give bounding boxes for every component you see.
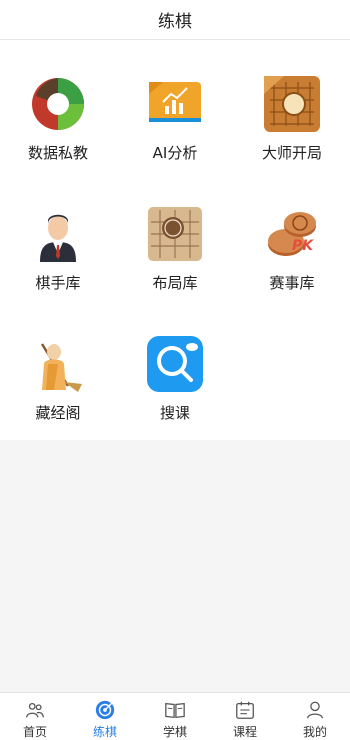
tile-master-opening[interactable]: 大师开局 (234, 40, 350, 162)
tile-label: 大师开局 (261, 144, 322, 162)
practice-grid: 数据私教 AI分析 大师开局 棋手库 布局库 PK 赛事库 藏经阁 搜课 (0, 40, 350, 440)
tile-label: 藏经阁 (35, 404, 81, 422)
library-monk-icon (28, 334, 88, 394)
data-coach-icon (28, 74, 88, 134)
tile-label: 赛事库 (269, 274, 315, 292)
tab-label: 练棋 (92, 725, 117, 739)
tab-label: 课程 (232, 725, 257, 739)
tile-label: 搜课 (159, 404, 190, 422)
tab-practice[interactable]: 练棋 (70, 693, 140, 740)
tab-home[interactable]: 首页 (0, 693, 70, 740)
tile-library-monk[interactable]: 藏经阁 (0, 300, 116, 422)
tile-ai-analysis[interactable]: AI分析 (117, 40, 233, 162)
tab-course[interactable]: 课程 (210, 693, 280, 740)
svg-text:PK: PK (292, 238, 314, 254)
opening-database-icon (145, 204, 205, 264)
tile-player-database[interactable]: 棋手库 (0, 170, 116, 292)
tab-label: 学棋 (162, 725, 187, 739)
tab-profile[interactable]: 我的 (280, 693, 350, 740)
master-opening-icon (262, 74, 322, 134)
tournament-database-icon: PK (262, 204, 322, 264)
book-icon (165, 702, 185, 719)
tile-tournament-database[interactable]: PK 赛事库 (234, 170, 350, 292)
tile-label: 数据私教 (27, 144, 88, 162)
page-title: 练棋 (158, 12, 192, 32)
profile-icon (307, 701, 323, 719)
player-database-icon (28, 204, 88, 264)
bottom-tab-bar: 首页 练棋 学棋 课程 我的 (0, 692, 350, 740)
tile-label: 布局库 (152, 274, 198, 292)
tile-data-coach[interactable]: 数据私教 (0, 40, 116, 162)
tile-label: 棋手库 (35, 274, 81, 292)
tile-opening-database[interactable]: 布局库 (117, 170, 233, 292)
tab-label: 我的 (302, 725, 327, 739)
tile-search-course[interactable]: 搜课 (117, 300, 233, 422)
tab-label: 首页 (22, 725, 47, 739)
tab-learn[interactable]: 学棋 (140, 693, 210, 740)
ai-analysis-icon (145, 74, 205, 134)
course-icon (236, 701, 254, 719)
home-icon (26, 702, 44, 718)
practice-target-icon (95, 700, 115, 720)
tile-label: AI分析 (152, 144, 198, 162)
search-course-icon (145, 334, 205, 394)
header: 练棋 (0, 0, 350, 40)
